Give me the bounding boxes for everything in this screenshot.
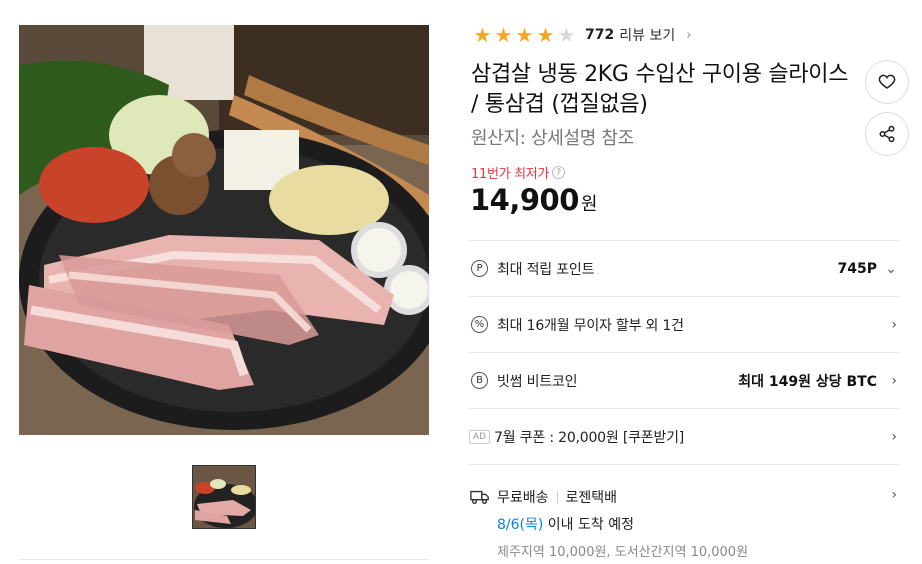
product-thumbnail[interactable]	[192, 465, 256, 529]
star-icon: ★	[515, 23, 534, 47]
benefit-label: 빗썸 비트코인	[497, 373, 578, 390]
share-button[interactable]	[865, 112, 909, 156]
coupon-row[interactable]: AD 7월 쿠폰 : 20,000원 [쿠폰받기] ›	[469, 408, 899, 464]
delivery-estimate: 8/6(목) 이내 도착 예정	[497, 514, 899, 534]
chevron-right-icon[interactable]: ›	[891, 373, 897, 389]
star-icon: ★	[473, 23, 492, 47]
free-shipping-label: 무료배송	[497, 490, 549, 506]
carrier-name: 로젠택배	[565, 490, 618, 506]
price-amount: 14,900	[470, 183, 579, 217]
benefit-label: 최대 16개월 무이자 할부 외 1건	[497, 317, 684, 334]
ad-badge: AD	[469, 429, 491, 444]
chevron-right-icon[interactable]: ›	[686, 28, 691, 43]
delivery-date-suffix: 이내 도착 예정	[543, 517, 634, 533]
chevron-right-icon[interactable]: ›	[891, 317, 897, 333]
separator	[556, 491, 558, 503]
star-empty-icon: ★	[557, 23, 576, 47]
coupon-label[interactable]: 7월 쿠폰 : 20,000원 [쿠폰받기]	[494, 427, 684, 447]
product-origin: 원산지: 상세설명 참조	[471, 128, 634, 149]
rating-summary: ★ ★ ★ ★ ★ 772 리뷰 보기 ›	[472, 24, 692, 46]
heart-icon	[878, 74, 896, 89]
rating-stars: ★ ★ ★ ★ ★	[472, 25, 577, 45]
chevron-down-icon[interactable]: ⌄	[885, 261, 897, 277]
point-icon: P	[471, 260, 488, 277]
delivery-date: 8/6(목)	[497, 517, 544, 533]
product-main-image	[19, 25, 429, 435]
truck-icon	[470, 490, 489, 505]
installment-icon: %	[471, 316, 488, 333]
benefit-row-bitcoin[interactable]: B 빗썸 비트코인 최대 149원 상당 BTC ›	[469, 352, 899, 408]
lowest-price-text: 11번가 최저가	[471, 167, 550, 182]
help-icon[interactable]: ?	[552, 166, 566, 179]
lowest-price-label: 11번가 최저가 ?	[471, 163, 566, 182]
extra-shipping-fee: 제주지역 10,000원, 도서산간지역 10,000원	[497, 545, 749, 560]
chevron-right-icon[interactable]: ›	[891, 429, 897, 445]
review-count: 772	[585, 27, 615, 43]
wishlist-button[interactable]	[865, 60, 909, 104]
product-title: 삼겹살 냉동 2KG 수입산 구이용 슬라이스 / 통삼겹 (껍질없음)	[471, 62, 849, 117]
shipping-info[interactable]: 무료배송 로젠택배 › 8/6(목) 이내 도착 예정 제주지역 10,000원…	[469, 464, 899, 564]
chevron-right-icon[interactable]: ›	[891, 487, 897, 503]
left-divider	[19, 559, 429, 560]
benefit-label: 최대 적립 포인트	[497, 261, 595, 278]
star-icon: ★	[536, 23, 555, 47]
benefit-value: 745P	[837, 260, 877, 277]
review-link[interactable]: 리뷰 보기	[619, 25, 675, 45]
share-icon	[879, 125, 895, 143]
star-icon: ★	[494, 23, 513, 47]
price: 14,900 원	[470, 183, 597, 217]
benefit-row-installment[interactable]: % 최대 16개월 무이자 할부 외 1건 ›	[469, 296, 899, 352]
benefit-value: 최대 149원 상당 BTC	[738, 373, 877, 390]
benefit-row-points[interactable]: P 최대 적립 포인트 745P ⌄	[469, 240, 899, 296]
benefit-list: P 최대 적립 포인트 745P ⌄ % 최대 16개월 무이자 할부 외 1건…	[469, 240, 899, 564]
price-unit: 원	[580, 194, 598, 215]
bitcoin-icon: B	[471, 372, 488, 389]
